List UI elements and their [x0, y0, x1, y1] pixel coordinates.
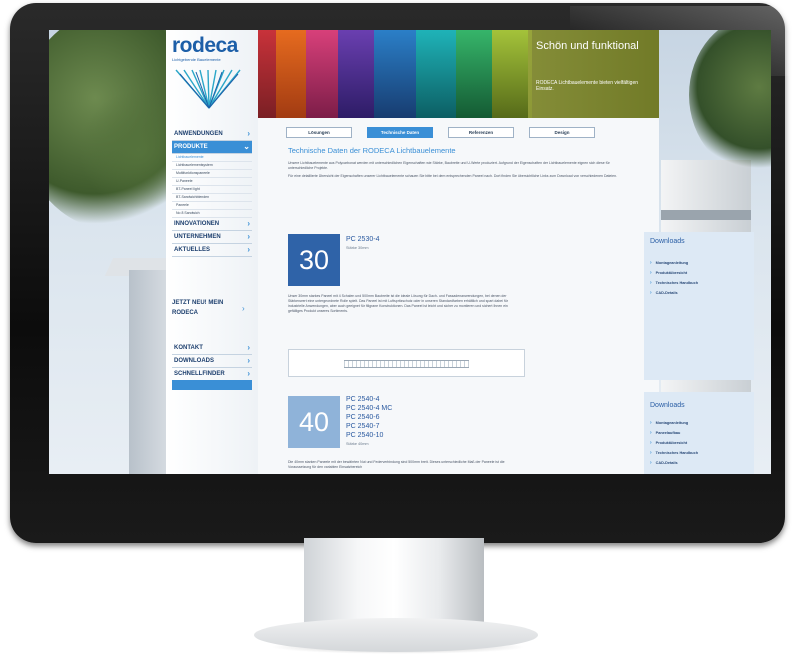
product-thickness: Stärke 40mm: [346, 442, 369, 446]
schnellfinder-box[interactable]: [172, 380, 252, 390]
nav-aktuelles[interactable]: AKTUELLES ›: [172, 244, 252, 257]
product-model[interactable]: PC 2540-10: [346, 432, 383, 440]
monitor-bezel: rodeca Lichtgebende Bauelemente ANWENDUN…: [10, 3, 793, 543]
nav-unternehmen[interactable]: UNTERNEHMEN ›: [172, 231, 252, 244]
nav-label: AKTUELLES: [174, 247, 210, 253]
product-card-30: 30 PC 2530-4 Stärke 30mm Unser 30mm star…: [288, 234, 528, 384]
subnav-item[interactable]: No 8 Sandwich: [172, 210, 252, 218]
banner-title: Schön und funktional: [536, 40, 639, 52]
download-link[interactable]: Produktübersicht: [650, 438, 698, 448]
product-number-badge: 40: [288, 396, 340, 448]
product-thickness: Stärke 30mm: [346, 246, 369, 250]
subnav-item[interactable]: Lichtbauelemente: [172, 154, 252, 162]
logo-tagline: Lichtgebende Bauelemente: [172, 57, 221, 62]
download-link[interactable]: Montageanleitung: [650, 418, 698, 428]
product-model[interactable]: PC 2540-4: [346, 396, 379, 404]
chevron-right-icon: ›: [242, 304, 245, 313]
download-link[interactable]: Montageanleitung: [650, 258, 698, 268]
product-description: Unser 30mm starkes Paneel mit 4 Schalen …: [288, 294, 509, 313]
chevron-right-icon: ›: [247, 369, 250, 378]
subnav-item[interactable]: Lichtbauelementsystem: [172, 162, 252, 170]
downloads-list: Montageanleitung Paneelaufbau Produktübe…: [650, 418, 698, 468]
monitor-stand-neck: [304, 538, 484, 628]
webpage: rodeca Lichtgebende Bauelemente ANWENDUN…: [166, 30, 754, 474]
main-content: Technische Daten der RODECA Lichtbauelem…: [288, 142, 648, 179]
banner-panel: [456, 30, 492, 118]
downloads-box-30: Downloads Montageanleitung Produktübersi…: [644, 232, 754, 380]
banner-panel: [416, 30, 456, 118]
banner-panel: [374, 30, 416, 118]
nav-label: SCHNELLFINDER: [174, 371, 225, 377]
intro-paragraph: Unsere Lichtbauelemente aus Polycarbonat…: [288, 161, 610, 170]
download-link[interactable]: CAD-Details: [650, 288, 698, 298]
banner-panel: [338, 30, 374, 118]
downloads-box-40: Downloads Montageanleitung Paneelaufbau …: [644, 392, 754, 474]
nav-downloads[interactable]: DOWNLOADS ›: [172, 355, 252, 368]
download-link[interactable]: Technisches Handbuch: [650, 278, 698, 288]
product-model[interactable]: PC 2530-4: [346, 236, 379, 244]
banner-subtitle: RODECA Lichtbauelemente bieten vielfälti…: [536, 80, 639, 92]
monitor-stand-base: [254, 618, 538, 652]
subnav-item[interactable]: Multifunktionspaneele: [172, 170, 252, 178]
logo-fan-icon: [175, 69, 241, 109]
banner-panel: [492, 30, 532, 118]
building-floor-band: [661, 210, 751, 220]
product-profile-image: [288, 349, 525, 377]
subnav-item[interactable]: BT-Sandwichblenden: [172, 194, 252, 202]
tab-design[interactable]: Design: [529, 127, 595, 138]
sidebar: rodeca Lichtgebende Bauelemente ANWENDUN…: [166, 30, 258, 474]
page-title: Technische Daten der RODECA Lichtbauelem…: [288, 146, 456, 155]
banner-panel: [258, 30, 276, 118]
product-model[interactable]: PC 2540-4 MC: [346, 405, 392, 413]
nav-label: DOWNLOADS: [174, 358, 214, 364]
downloads-list: Montageanleitung Produktübersicht Techni…: [650, 258, 698, 298]
downloads-title: Downloads: [650, 402, 685, 409]
tab-technische-daten[interactable]: Technische Daten: [367, 127, 433, 138]
nav-label: INNOVATIONEN: [174, 221, 220, 227]
subnav-item[interactable]: BT-Paneel light: [172, 186, 252, 194]
nav-label: PRODUKTE: [174, 144, 208, 150]
screen: rodeca Lichtgebende Bauelemente ANWENDUN…: [49, 30, 771, 474]
hero-banner: Schön und funktional RODECA Lichtbauelem…: [258, 30, 659, 118]
chevron-right-icon: ›: [247, 232, 250, 241]
nav-label: ANWENDUNGEN: [174, 131, 223, 137]
nav-innovationen[interactable]: INNOVATIONEN ›: [172, 218, 252, 231]
downloads-title: Downloads: [650, 238, 685, 245]
intro-paragraph: Für eine detaillierte Übersicht der Eige…: [288, 174, 618, 178]
product-model[interactable]: PC 2540-7: [346, 423, 379, 431]
promo-link[interactable]: JETZT NEU! MEIN RODECA ›: [172, 298, 252, 318]
logo[interactable]: rodeca Lichtgebende Bauelemente: [172, 34, 250, 62]
logo-wordmark: rodeca: [172, 34, 238, 57]
chevron-right-icon: ›: [247, 343, 250, 352]
chevron-right-icon: ›: [247, 356, 250, 365]
main-nav: ANWENDUNGEN › PRODUKTE ⌄ Lichtbauelemente …: [172, 128, 252, 257]
tab-referenzen[interactable]: Referenzen: [448, 127, 514, 138]
product-number-badge: 30: [288, 234, 340, 286]
chevron-down-icon: ⌄: [243, 142, 250, 151]
chevron-right-icon: ›: [247, 219, 250, 228]
secondary-nav: KONTAKT › DOWNLOADS › SCHNELLFINDER ›: [172, 342, 252, 381]
tab-loesungen[interactable]: Lösungen: [286, 127, 352, 138]
download-link[interactable]: CAD-Details: [650, 458, 698, 468]
promo-label: JETZT NEU! MEIN RODECA: [172, 300, 224, 316]
banner-caption: Schön und funktional RODECA Lichtbauelem…: [528, 30, 659, 118]
download-link[interactable]: Produktübersicht: [650, 268, 698, 278]
download-link[interactable]: Paneelaufbau: [650, 428, 698, 438]
nav-label: KONTAKT: [174, 345, 203, 351]
banner-panel: [276, 30, 306, 118]
subnav-item[interactable]: U-Paneele: [172, 178, 252, 186]
nav-anwendungen[interactable]: ANWENDUNGEN ›: [172, 128, 252, 141]
product-description: Die 40mm starken Paneele mit der bewährt…: [288, 460, 505, 469]
nav-label: UNTERNEHMEN: [174, 234, 221, 240]
product-card-40: 40 PC 2540-4 PC 2540-4 MC PC 2540-6 PC 2…: [288, 396, 528, 474]
banner-panel: [306, 30, 338, 118]
nav-kontakt[interactable]: KONTAKT ›: [172, 342, 252, 355]
chevron-right-icon: ›: [247, 245, 250, 254]
product-model[interactable]: PC 2540-6: [346, 414, 379, 422]
download-link[interactable]: Technisches Handbuch: [650, 448, 698, 458]
subnav-item[interactable]: Paneele: [172, 202, 252, 210]
nav-produkte[interactable]: PRODUKTE ⌄: [172, 141, 252, 154]
chevron-right-icon: ›: [247, 129, 250, 138]
panel-profile-drawing: [344, 360, 469, 368]
